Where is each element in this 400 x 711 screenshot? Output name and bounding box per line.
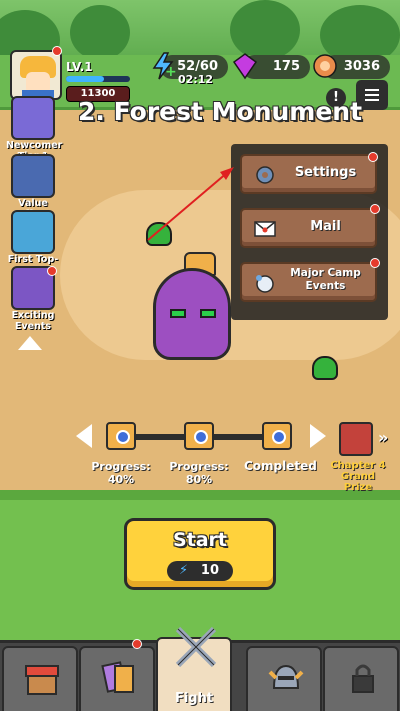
chest-40-icon[interactable] (106, 422, 136, 450)
pointer-arrow-icon (147, 167, 234, 241)
nav-tab-locked[interactable] (323, 646, 399, 711)
progress-40: Progress: 40% (88, 460, 154, 486)
crossed-swords-icon (175, 626, 217, 668)
nav-tab-cards[interactable] (79, 646, 155, 711)
bottom-nav: Fight (0, 626, 400, 711)
grand-prize-line2: Grand Prize (340, 471, 376, 493)
start-button[interactable]: Start ⚡ 10 (124, 518, 276, 590)
grand-prize-line1: Chapter 4 (330, 460, 386, 471)
next-arrow-icon[interactable] (310, 424, 326, 448)
lock-icon (352, 664, 374, 693)
progress-80-value: 80% (185, 473, 213, 486)
nav-fight-label: Fight (174, 691, 214, 706)
start-cost: ⚡ 10 (167, 561, 233, 581)
chapter-4-grand-prize: Chapter 4 Grand Prize (326, 460, 390, 493)
shop-icon (25, 665, 59, 695)
cards-icon (101, 661, 134, 693)
chapter-4-prize-icon[interactable] (339, 422, 373, 456)
chest-80-icon[interactable] (184, 422, 214, 450)
nav-tab-fight[interactable]: Fight (156, 626, 232, 711)
helmet-icon (268, 664, 304, 689)
chest-complete-icon[interactable] (262, 422, 292, 450)
chapter-progress: Progress: 40% Progress: 80% Completed » … (0, 420, 400, 493)
start-cost-value: 10 (200, 563, 219, 578)
fast-forward-icon[interactable]: » (378, 428, 388, 447)
progress-40-value: 40% (107, 473, 135, 486)
progress-80: Progress: 80% (166, 460, 232, 486)
progress-80-label: Progress: (169, 460, 229, 473)
nav-tab-heroes[interactable] (246, 646, 322, 711)
prev-arrow-icon[interactable] (76, 424, 92, 448)
lightning-icon: ⚡ (179, 563, 189, 578)
progress-completed: Completed (244, 459, 317, 473)
start-label: Start (172, 529, 228, 551)
progress-40-label: Progress: (91, 460, 151, 473)
nav-tab-shop[interactable] (2, 646, 78, 711)
notification-dot (132, 639, 142, 649)
